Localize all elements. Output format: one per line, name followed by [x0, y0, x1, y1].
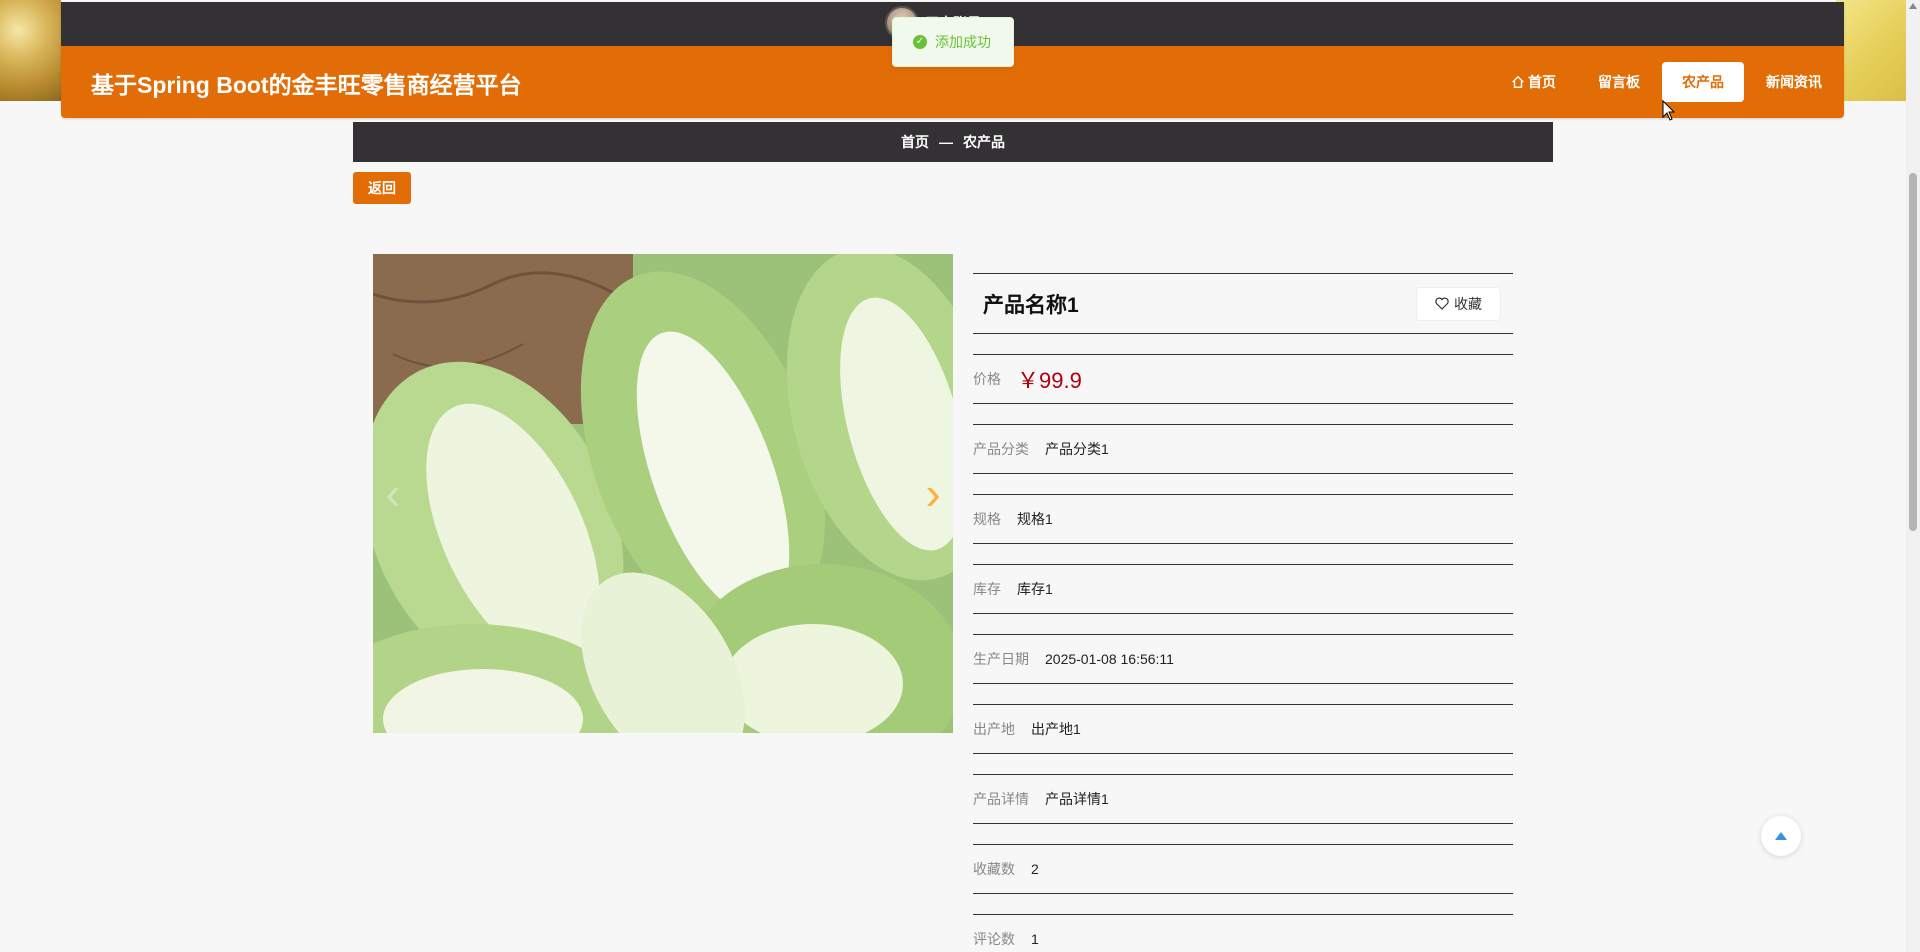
product-title-row: 产品名称1 收藏	[973, 273, 1513, 334]
favorites-count-row: 收藏数 2	[973, 844, 1513, 894]
nav-item-news[interactable]: 新闻资讯	[1746, 62, 1842, 102]
product-image	[373, 254, 953, 733]
heart-icon	[1435, 297, 1449, 310]
row-label: 生产日期	[973, 651, 1029, 667]
nav-item-products[interactable]: 农产品	[1662, 62, 1744, 102]
scroll-up-icon[interactable]	[1909, 3, 1917, 9]
price-row: 价格 ￥99.9	[973, 354, 1513, 404]
price-value: ￥99.9	[1017, 368, 1082, 393]
row-value: 产品详情1	[1045, 791, 1109, 807]
main-nav: 首页 留言板 农产品 新闻资讯	[1491, 62, 1844, 102]
nav-label: 首页	[1528, 74, 1556, 90]
row-label: 规格	[973, 511, 1001, 527]
row-value: 2	[1031, 861, 1039, 877]
check-circle-icon: ✓	[913, 35, 927, 49]
row-label: 收藏数	[973, 861, 1015, 877]
breadcrumb-separator: —	[939, 134, 953, 150]
comments-count-row: 评论数 1	[973, 914, 1513, 952]
site-title: 基于Spring Boot的金丰旺零售商经营平台	[91, 72, 522, 98]
row-value: 产品分类1	[1045, 441, 1109, 457]
category-row: 产品分类 产品分类1	[973, 424, 1513, 474]
toast-message: 添加成功	[935, 34, 991, 50]
favorite-button[interactable]: 收藏	[1416, 286, 1501, 321]
back-to-top-button[interactable]	[1761, 816, 1801, 856]
details-row: 产品详情 产品详情1	[973, 774, 1513, 824]
stock-row: 库存 库存1	[973, 564, 1513, 614]
row-value: 库存1	[1017, 581, 1053, 597]
nav-label: 留言板	[1598, 74, 1640, 90]
breadcrumb: 首页 — 农产品	[353, 122, 1553, 162]
product-image-carousel[interactable]: ‹ ›	[373, 254, 953, 733]
scrollbar-thumb[interactable]	[1909, 173, 1917, 531]
chevron-right-icon[interactable]: ›	[915, 469, 951, 517]
breadcrumb-current: 农产品	[963, 134, 1005, 150]
back-button[interactable]: 返回	[353, 172, 411, 204]
home-icon	[1512, 75, 1524, 88]
chevron-left-icon[interactable]: ‹	[375, 469, 411, 517]
row-value: 规格1	[1017, 511, 1053, 527]
nav-label: 农产品	[1682, 74, 1724, 90]
product-info: 产品名称1 收藏 价格 ￥99.9 产品分类 产品分类1 规格 规格1 库存 库…	[973, 273, 1513, 952]
row-value: 出产地1	[1031, 721, 1081, 737]
row-value: 2025-01-08 16:56:11	[1045, 651, 1174, 667]
row-label: 产品分类	[973, 441, 1029, 457]
production-date-row: 生产日期 2025-01-08 16:56:11	[973, 634, 1513, 684]
header-decoration-left	[0, 0, 61, 101]
row-label: 产品详情	[973, 791, 1029, 807]
breadcrumb-home[interactable]: 首页	[901, 132, 929, 152]
nav-item-home[interactable]: 首页	[1491, 62, 1576, 102]
row-label: 库存	[973, 581, 1001, 597]
spec-row: 规格 规格1	[973, 494, 1513, 544]
arrow-up-icon	[1775, 832, 1787, 840]
page-scrollbar[interactable]	[1906, 0, 1920, 952]
origin-row: 出产地 出产地1	[973, 704, 1513, 754]
row-value: 1	[1031, 931, 1039, 947]
row-label: 评论数	[973, 931, 1015, 947]
row-label: 价格	[973, 371, 1001, 387]
mouse-cursor-icon	[1662, 100, 1676, 121]
nav-item-message-board[interactable]: 留言板	[1578, 62, 1660, 102]
success-toast: ✓ 添加成功	[892, 17, 1014, 67]
row-label: 出产地	[973, 721, 1015, 737]
product-name: 产品名称1	[983, 293, 1079, 317]
favorite-label: 收藏	[1454, 295, 1482, 312]
nav-label: 新闻资讯	[1766, 74, 1822, 90]
